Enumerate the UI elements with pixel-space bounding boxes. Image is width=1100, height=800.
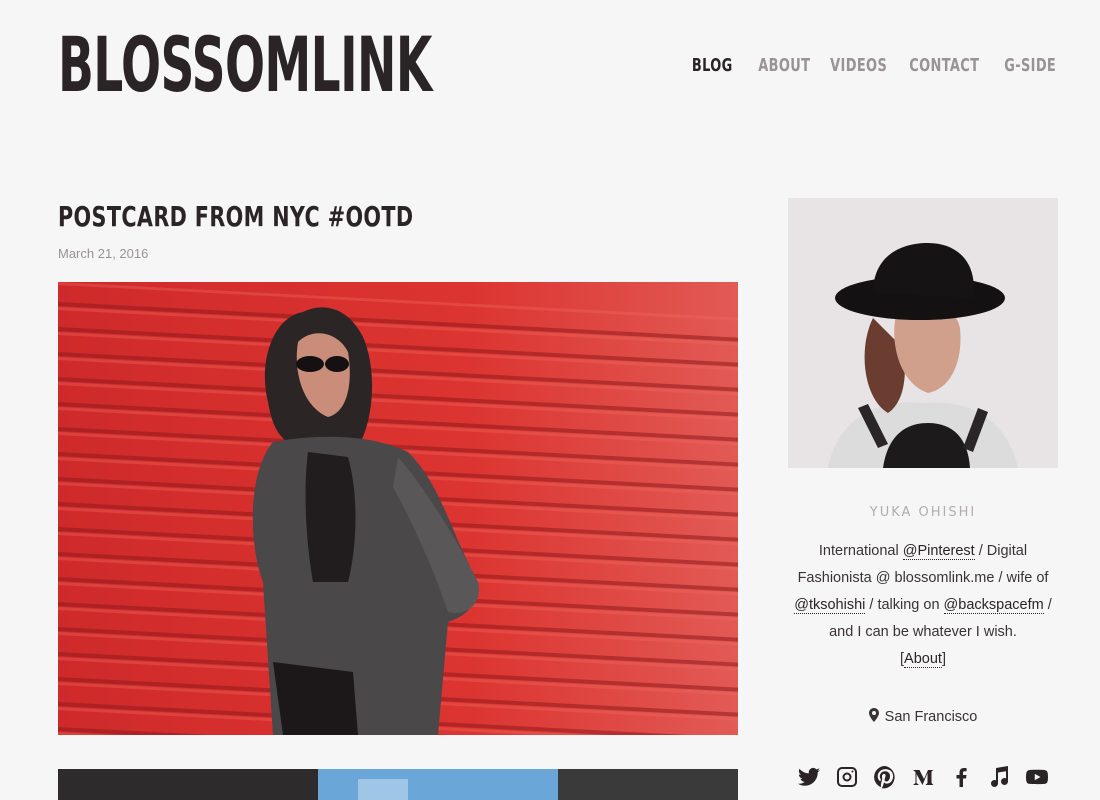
- link-tksohishi[interactable]: @tksohishi: [794, 597, 866, 614]
- street-photo: [58, 769, 738, 800]
- post-photo-main[interactable]: [58, 282, 738, 735]
- nav-about[interactable]: ABOUT: [758, 55, 810, 76]
- link-backspacefm[interactable]: @backspacefm: [943, 597, 1044, 614]
- facebook-icon[interactable]: [948, 764, 973, 789]
- map-pin-icon: [868, 708, 879, 722]
- post-title[interactable]: POSTCARD FROM NYC #OOTD: [58, 200, 413, 233]
- nav-contact[interactable]: CONTACT: [909, 55, 979, 76]
- author-portrait: [788, 198, 1058, 468]
- nav-videos[interactable]: VIDEOS: [830, 55, 887, 76]
- main-nav: BLOG ABOUT VIDEOS CONTACT G-SIDE: [663, 55, 1056, 76]
- bio-text: International: [818, 543, 903, 559]
- twitter-icon[interactable]: [796, 764, 821, 789]
- location-text: San Francisco: [884, 709, 978, 725]
- link-about[interactable]: About: [904, 651, 942, 668]
- author-avatar[interactable]: [788, 198, 1058, 468]
- author-location: San Francisco: [788, 708, 1058, 725]
- medium-icon[interactable]: [910, 764, 935, 789]
- youtube-icon[interactable]: [1024, 764, 1049, 789]
- nav-g-side[interactable]: G-SIDE: [1004, 55, 1056, 76]
- site-logo[interactable]: BLOSSOMLINK: [58, 27, 432, 103]
- link-pinterest[interactable]: @Pinterest: [902, 543, 975, 560]
- bracket: ]: [941, 651, 946, 667]
- author-bio: International @Pinterest / Digital Fashi…: [788, 538, 1058, 673]
- nav-blog[interactable]: BLOG: [692, 55, 733, 76]
- pinterest-icon[interactable]: [872, 764, 897, 789]
- bio-text: / talking on: [865, 597, 944, 613]
- social-links: [796, 764, 1049, 789]
- post-date: March 21, 2016: [58, 246, 149, 261]
- red-wall-photo: [58, 282, 738, 735]
- author-name: YUKA OHISHI: [869, 505, 977, 520]
- instagram-icon[interactable]: [834, 764, 859, 789]
- post-photo-second[interactable]: [58, 769, 738, 800]
- music-icon[interactable]: [986, 764, 1011, 789]
